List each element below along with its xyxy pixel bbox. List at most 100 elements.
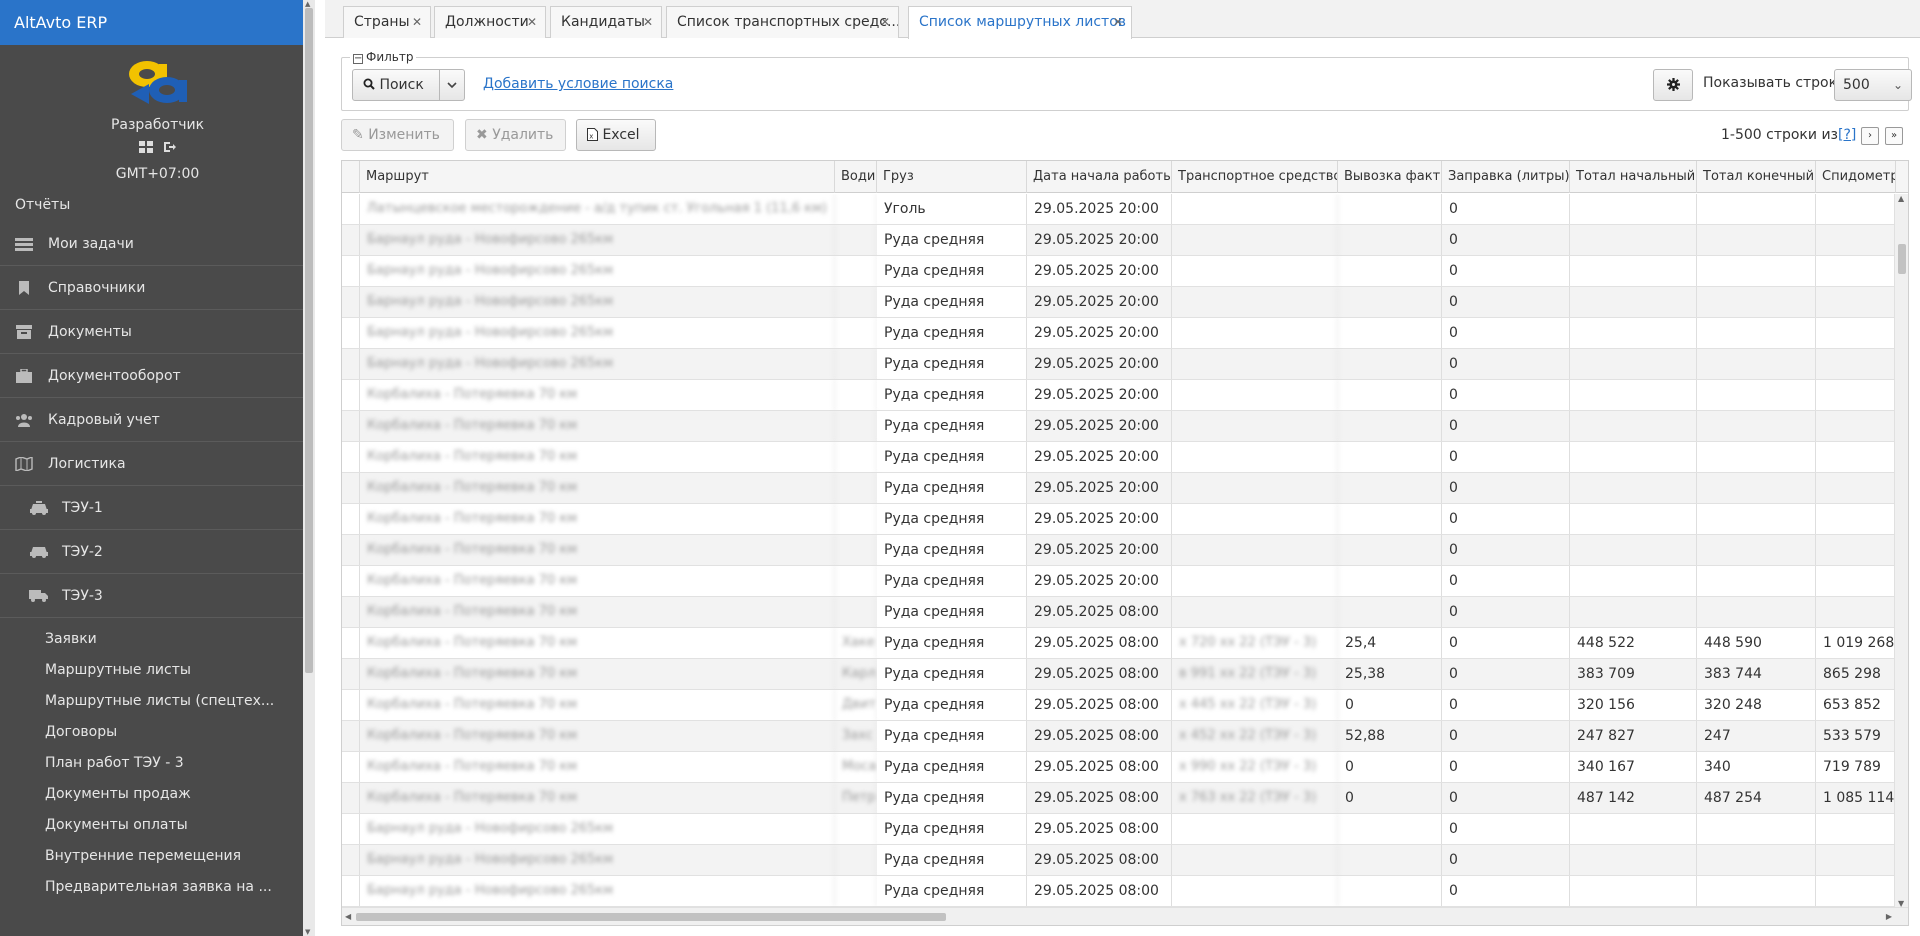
edit-button[interactable]: ✎ Изменить [341,119,454,151]
table-row[interactable]: Барнаул руда - Новофирсово 265км Руда сре… [342,225,1908,256]
table-horizontal-scrollbar[interactable]: ◀ ▶ [342,907,1908,925]
dashboard-icon[interactable] [138,140,153,154]
row-selector[interactable] [342,380,360,410]
search-options-button[interactable] [439,69,465,101]
column-header-route[interactable]: Маршрут [360,161,835,193]
table-row[interactable]: Корбалиха - Потеряевка 70 км Руда средняя… [342,473,1908,504]
sidebar-link-sales-docs[interactable]: Документы продаж [0,779,300,810]
app-title[interactable]: AltAvto ERP [0,0,315,45]
row-selector[interactable] [342,349,360,379]
logout-icon[interactable] [163,140,177,154]
column-header-actual-haul[interactable]: Вывозка факт [1338,161,1442,193]
row-selector[interactable] [342,845,360,875]
sidebar-item-teu-2[interactable]: ТЭУ-2 [0,530,315,574]
sidebar-link-contracts[interactable]: Договоры [0,717,300,748]
row-selector[interactable] [342,752,360,782]
sidebar-item-hr[interactable]: Кадровый учет [0,398,315,442]
row-selector[interactable] [342,628,360,658]
table-vertical-scrollbar[interactable]: ▲ ▼ [1894,194,1908,908]
pager-help-link[interactable]: [?] [1838,127,1856,143]
tab-route-sheets-list[interactable]: Список маршрутных листов ✕ [908,6,1132,39]
tab-countries[interactable]: Страны ✕ [343,6,431,38]
sidebar-link-route-sheets-special[interactable]: Маршрутные листы (спецтех... [0,686,300,717]
sidebar-reports[interactable]: Отчёты [0,196,315,222]
table-row[interactable]: Корбалиха - Потеряевка 70 км Руда средняя… [342,566,1908,597]
row-selector[interactable] [342,318,360,348]
close-icon[interactable]: ✕ [643,7,653,37]
column-header-start-date[interactable]: Дата начала работы [1027,161,1172,193]
sidebar-link-payment-docs[interactable]: Документы оплаты [0,810,300,841]
close-icon[interactable]: ✕ [412,7,422,37]
sidebar-link-internal-transfers[interactable]: Внутренние перемещения [0,841,300,872]
close-icon[interactable]: ✕ [880,7,890,37]
column-header-driver[interactable]: Води [835,161,877,193]
table-row[interactable]: Корбалиха - Потеряевка 70 км Захс Руда сре… [342,721,1908,752]
row-selector[interactable] [342,659,360,689]
sidebar-link-requests[interactable]: Заявки [0,624,300,655]
row-selector[interactable] [342,287,360,317]
row-selector[interactable] [342,690,360,720]
scroll-up-icon[interactable]: ▲ [305,0,310,8]
collapse-icon[interactable]: − [353,54,363,64]
sidebar-link-work-plan[interactable]: План работ ТЭУ - 3 [0,748,300,779]
search-button[interactable]: Поиск [352,69,440,101]
table-vscroll-thumb[interactable] [1898,244,1906,274]
column-header-total-start[interactable]: Тотал начальный [1570,161,1697,193]
tab-vehicles-list[interactable]: Список транспортных средс... ✕ [666,6,899,38]
row-selector[interactable] [342,256,360,286]
table-row[interactable]: Барнаул руда - Новофирсово 265км Руда сре… [342,318,1908,349]
table-row[interactable]: Корбалиха - Потеряевка 70 км Руда средняя… [342,411,1908,442]
sidebar-item-my-tasks[interactable]: Мои задачи [0,222,315,266]
sidebar-item-teu-1[interactable]: ТЭУ-1 [0,486,315,530]
row-selector[interactable] [342,597,360,627]
row-selector[interactable] [342,876,360,906]
next-page-button[interactable]: › [1861,127,1879,145]
table-row[interactable]: Корбалиха - Потеряевка 70 км Моса Руда сре… [342,752,1908,783]
sidebar-item-documents[interactable]: Документы [0,310,315,354]
row-selector[interactable] [342,194,360,224]
sidebar-item-teu-3[interactable]: ТЭУ-3 [0,574,315,618]
scroll-right-icon[interactable]: ▶ [1886,912,1892,921]
table-row[interactable]: Барнаул руда - Новофирсово 265км Руда сре… [342,287,1908,318]
scroll-left-icon[interactable]: ◀ [345,912,351,921]
scroll-up-icon[interactable]: ▲ [1898,194,1904,203]
row-selector[interactable] [342,535,360,565]
filter-legend[interactable]: − Фильтр [350,50,417,64]
table-row[interactable]: Барнаул руда - Новофирсово 265км Руда сре… [342,814,1908,845]
row-selector[interactable] [342,783,360,813]
column-header-vehicle[interactable]: Транспортное средство [1172,161,1338,193]
column-header-refuel[interactable]: Заправка (литры) [1442,161,1570,193]
last-page-button[interactable]: » [1885,127,1903,145]
delete-button[interactable]: ✖ Удалить [465,119,566,151]
table-hscroll-thumb[interactable] [356,913,946,921]
sidebar-scrollbar[interactable]: ▲ ▼ [303,0,315,936]
add-search-condition-link[interactable]: Добавить условие поиска [483,76,673,92]
sidebar-item-directories[interactable]: Справочники [0,266,315,310]
table-row[interactable]: Барнаул руда - Новофирсово 265км Руда сре… [342,349,1908,380]
row-selector[interactable] [342,721,360,751]
close-icon[interactable]: ✕ [1113,7,1123,37]
row-selector[interactable] [342,566,360,596]
sidebar-link-preliminary-request[interactable]: Предварительная заявка на ... [0,872,300,903]
row-selector[interactable] [342,504,360,534]
table-row[interactable]: Корбалиха - Потеряевка 70 км Двит Руда сре… [342,690,1908,721]
table-row[interactable]: Корбалиха - Потеряевка 70 км Руда средняя… [342,504,1908,535]
table-row[interactable]: Корбалиха - Потеряевка 70 км Руда средняя… [342,597,1908,628]
sidebar-item-workflow[interactable]: Документооборот [0,354,315,398]
table-row[interactable]: Барнаул руда - Новофирсово 265км Руда сре… [342,845,1908,876]
excel-export-button[interactable]: x Excel [576,119,656,151]
column-header-total-end[interactable]: Тотал конечный [1697,161,1816,193]
row-selector[interactable] [342,442,360,472]
row-selector[interactable] [342,473,360,503]
table-row[interactable]: Корбалиха - Потеряевка 70 км Руда средняя… [342,535,1908,566]
rows-per-page-select[interactable]: 500 ⌄ [1834,69,1912,101]
column-header-cargo[interactable]: Груз [877,161,1027,193]
sidebar-link-route-sheets[interactable]: Маршрутные листы [0,655,300,686]
table-row[interactable]: Корбалиха - Потеряевка 70 км Руда средняя… [342,442,1908,473]
column-header-speedometer[interactable]: Спидометр на [1816,161,1896,193]
table-row[interactable]: Барнаул руда - Новофирсово 265км Руда сре… [342,876,1908,907]
row-selector[interactable] [342,225,360,255]
settings-button[interactable] [1653,69,1693,101]
row-selector[interactable] [342,411,360,441]
row-selector-header[interactable] [342,161,360,193]
